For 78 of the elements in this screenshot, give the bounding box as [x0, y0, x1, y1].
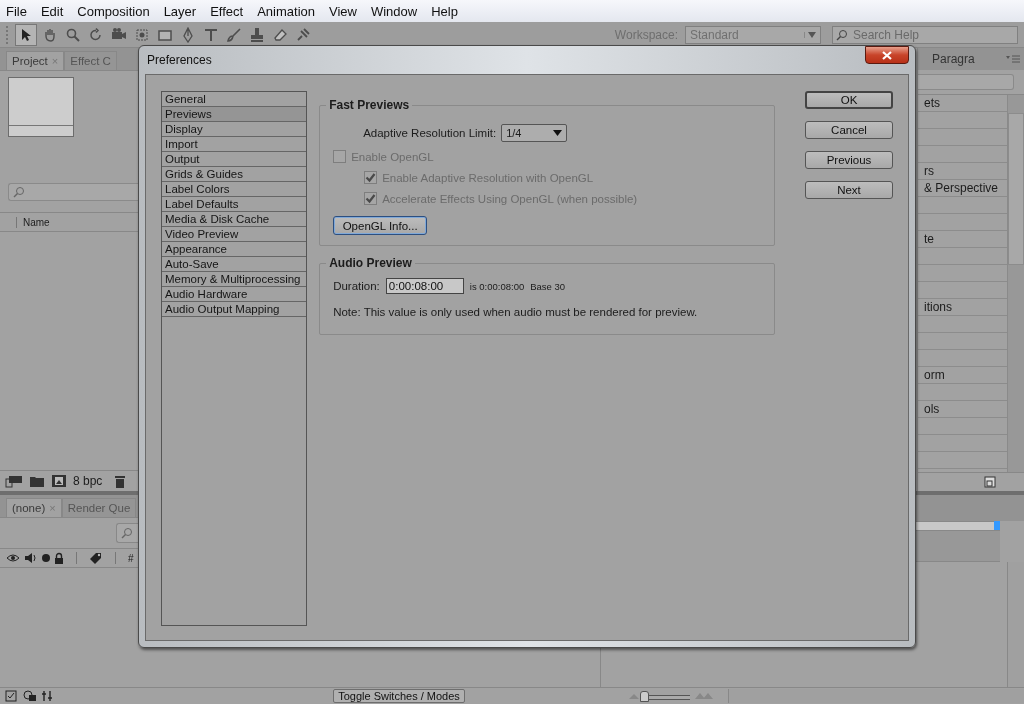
effect-category[interactable]: & Perspective	[924, 181, 999, 195]
interpret-footage-icon[interactable]	[5, 474, 23, 488]
menu-item[interactable]: Window	[370, 3, 418, 19]
timebase-label: Base 30	[530, 280, 566, 292]
menu-item[interactable]: Composition	[77, 3, 150, 19]
panel-tab[interactable]: (none) ×	[6, 498, 62, 517]
category-item[interactable]: Import	[162, 137, 307, 152]
scrollbar[interactable]	[1007, 95, 1024, 472]
eye-icon[interactable]	[6, 553, 20, 563]
duration-label: Duration:	[333, 280, 380, 292]
category-item[interactable]: Output	[162, 152, 307, 167]
effect-category[interactable]: ols	[924, 402, 940, 416]
folder-icon[interactable]	[29, 474, 45, 488]
keyframe-arrows-icon[interactable]	[41, 690, 53, 702]
category-item[interactable]: Media & Disk Cache	[162, 212, 307, 227]
trash-icon[interactable]	[114, 474, 127, 488]
speaker-icon[interactable]	[24, 552, 38, 564]
effect-category[interactable]: orm	[924, 368, 945, 382]
search-icon	[13, 186, 25, 198]
close-button[interactable]	[865, 46, 909, 64]
resolution-dropdown[interactable]: 1/4	[501, 124, 568, 142]
effect-category[interactable]: te	[924, 232, 934, 246]
thumbnail-preview	[8, 77, 74, 137]
dialog-button[interactable]: Cancel	[805, 121, 893, 139]
category-item[interactable]: Audio Output Mapping	[162, 302, 307, 317]
column-header[interactable]: #	[128, 552, 134, 564]
search-icon	[836, 28, 848, 41]
category-item[interactable]: Grids & Guides	[162, 167, 307, 182]
column-header[interactable]: Name	[16, 216, 50, 228]
category-item[interactable]: Auto-Save	[162, 257, 307, 272]
menu-item[interactable]: File	[6, 3, 27, 19]
close-icon	[882, 50, 892, 60]
panel-tab[interactable]: Project ×	[6, 51, 65, 70]
dialog-button[interactable]: Next	[805, 181, 893, 199]
category-item[interactable]: Audio Hardware	[162, 287, 307, 302]
dialog-button[interactable]: OK	[805, 91, 893, 109]
dialog-button[interactable]: Previous	[805, 151, 893, 169]
toggle-switches-button[interactable]: Toggle Switches / Modes	[333, 689, 465, 703]
blend-modes-icon[interactable]	[23, 690, 37, 702]
search-icon	[121, 527, 133, 539]
duration-field[interactable]: 0:00:08:00	[385, 278, 464, 294]
category-item[interactable]: Video Preview	[162, 227, 307, 242]
search-field[interactable]	[8, 183, 140, 201]
effect-category[interactable]: itions	[924, 300, 952, 314]
category-item[interactable]: Display	[162, 122, 307, 137]
composition-icon[interactable]	[51, 474, 67, 488]
solo-dot-icon[interactable]	[42, 554, 50, 562]
opengl-info-button[interactable]: OpenGL Info...	[333, 216, 428, 235]
new-bin-icon[interactable]	[984, 476, 996, 488]
note-text: Note: This value is only used when audio must be rendered for preview.	[333, 306, 699, 318]
caret-icon	[804, 31, 816, 38]
dialog-title: Preferences	[147, 53, 212, 67]
label-tag-icon[interactable]	[89, 551, 103, 565]
switches-icon[interactable]	[5, 690, 19, 702]
effect-category[interactable]: rs	[924, 164, 934, 178]
effect-category[interactable]: ets	[924, 96, 940, 110]
lock-icon[interactable]	[54, 552, 64, 564]
menu-item[interactable]: Animation	[257, 3, 315, 19]
duration-info: is 0:00:08:00	[469, 280, 525, 292]
menu-item[interactable]: Effect	[210, 3, 244, 19]
caret-icon	[553, 130, 563, 136]
menu-item[interactable]: Edit	[40, 3, 64, 19]
category-item[interactable]: Label Defaults	[162, 197, 307, 212]
category-item[interactable]: Appearance	[162, 242, 307, 257]
menu-item[interactable]: View	[329, 3, 357, 19]
slider-thumb[interactable]	[640, 690, 649, 702]
category-item[interactable]: Label Colors	[162, 182, 307, 197]
menu-item[interactable]: Help	[431, 3, 458, 19]
group-title: Audio Preview	[326, 256, 415, 270]
category-item[interactable]: Memory & Multiprocessing	[162, 272, 307, 287]
search-field[interactable]: Search Help	[832, 25, 1018, 44]
menu-item[interactable]: Layer	[163, 3, 197, 19]
panel-menu-icon[interactable]	[1006, 54, 1020, 64]
resolution-label: Adaptive Resolution Limit:	[363, 127, 497, 139]
search-field[interactable]	[918, 74, 1014, 90]
group-title: Fast Previews	[326, 98, 413, 112]
bit-depth-label[interactable]: 8 bpc	[73, 474, 103, 488]
category-item[interactable]: Previews	[162, 107, 307, 122]
